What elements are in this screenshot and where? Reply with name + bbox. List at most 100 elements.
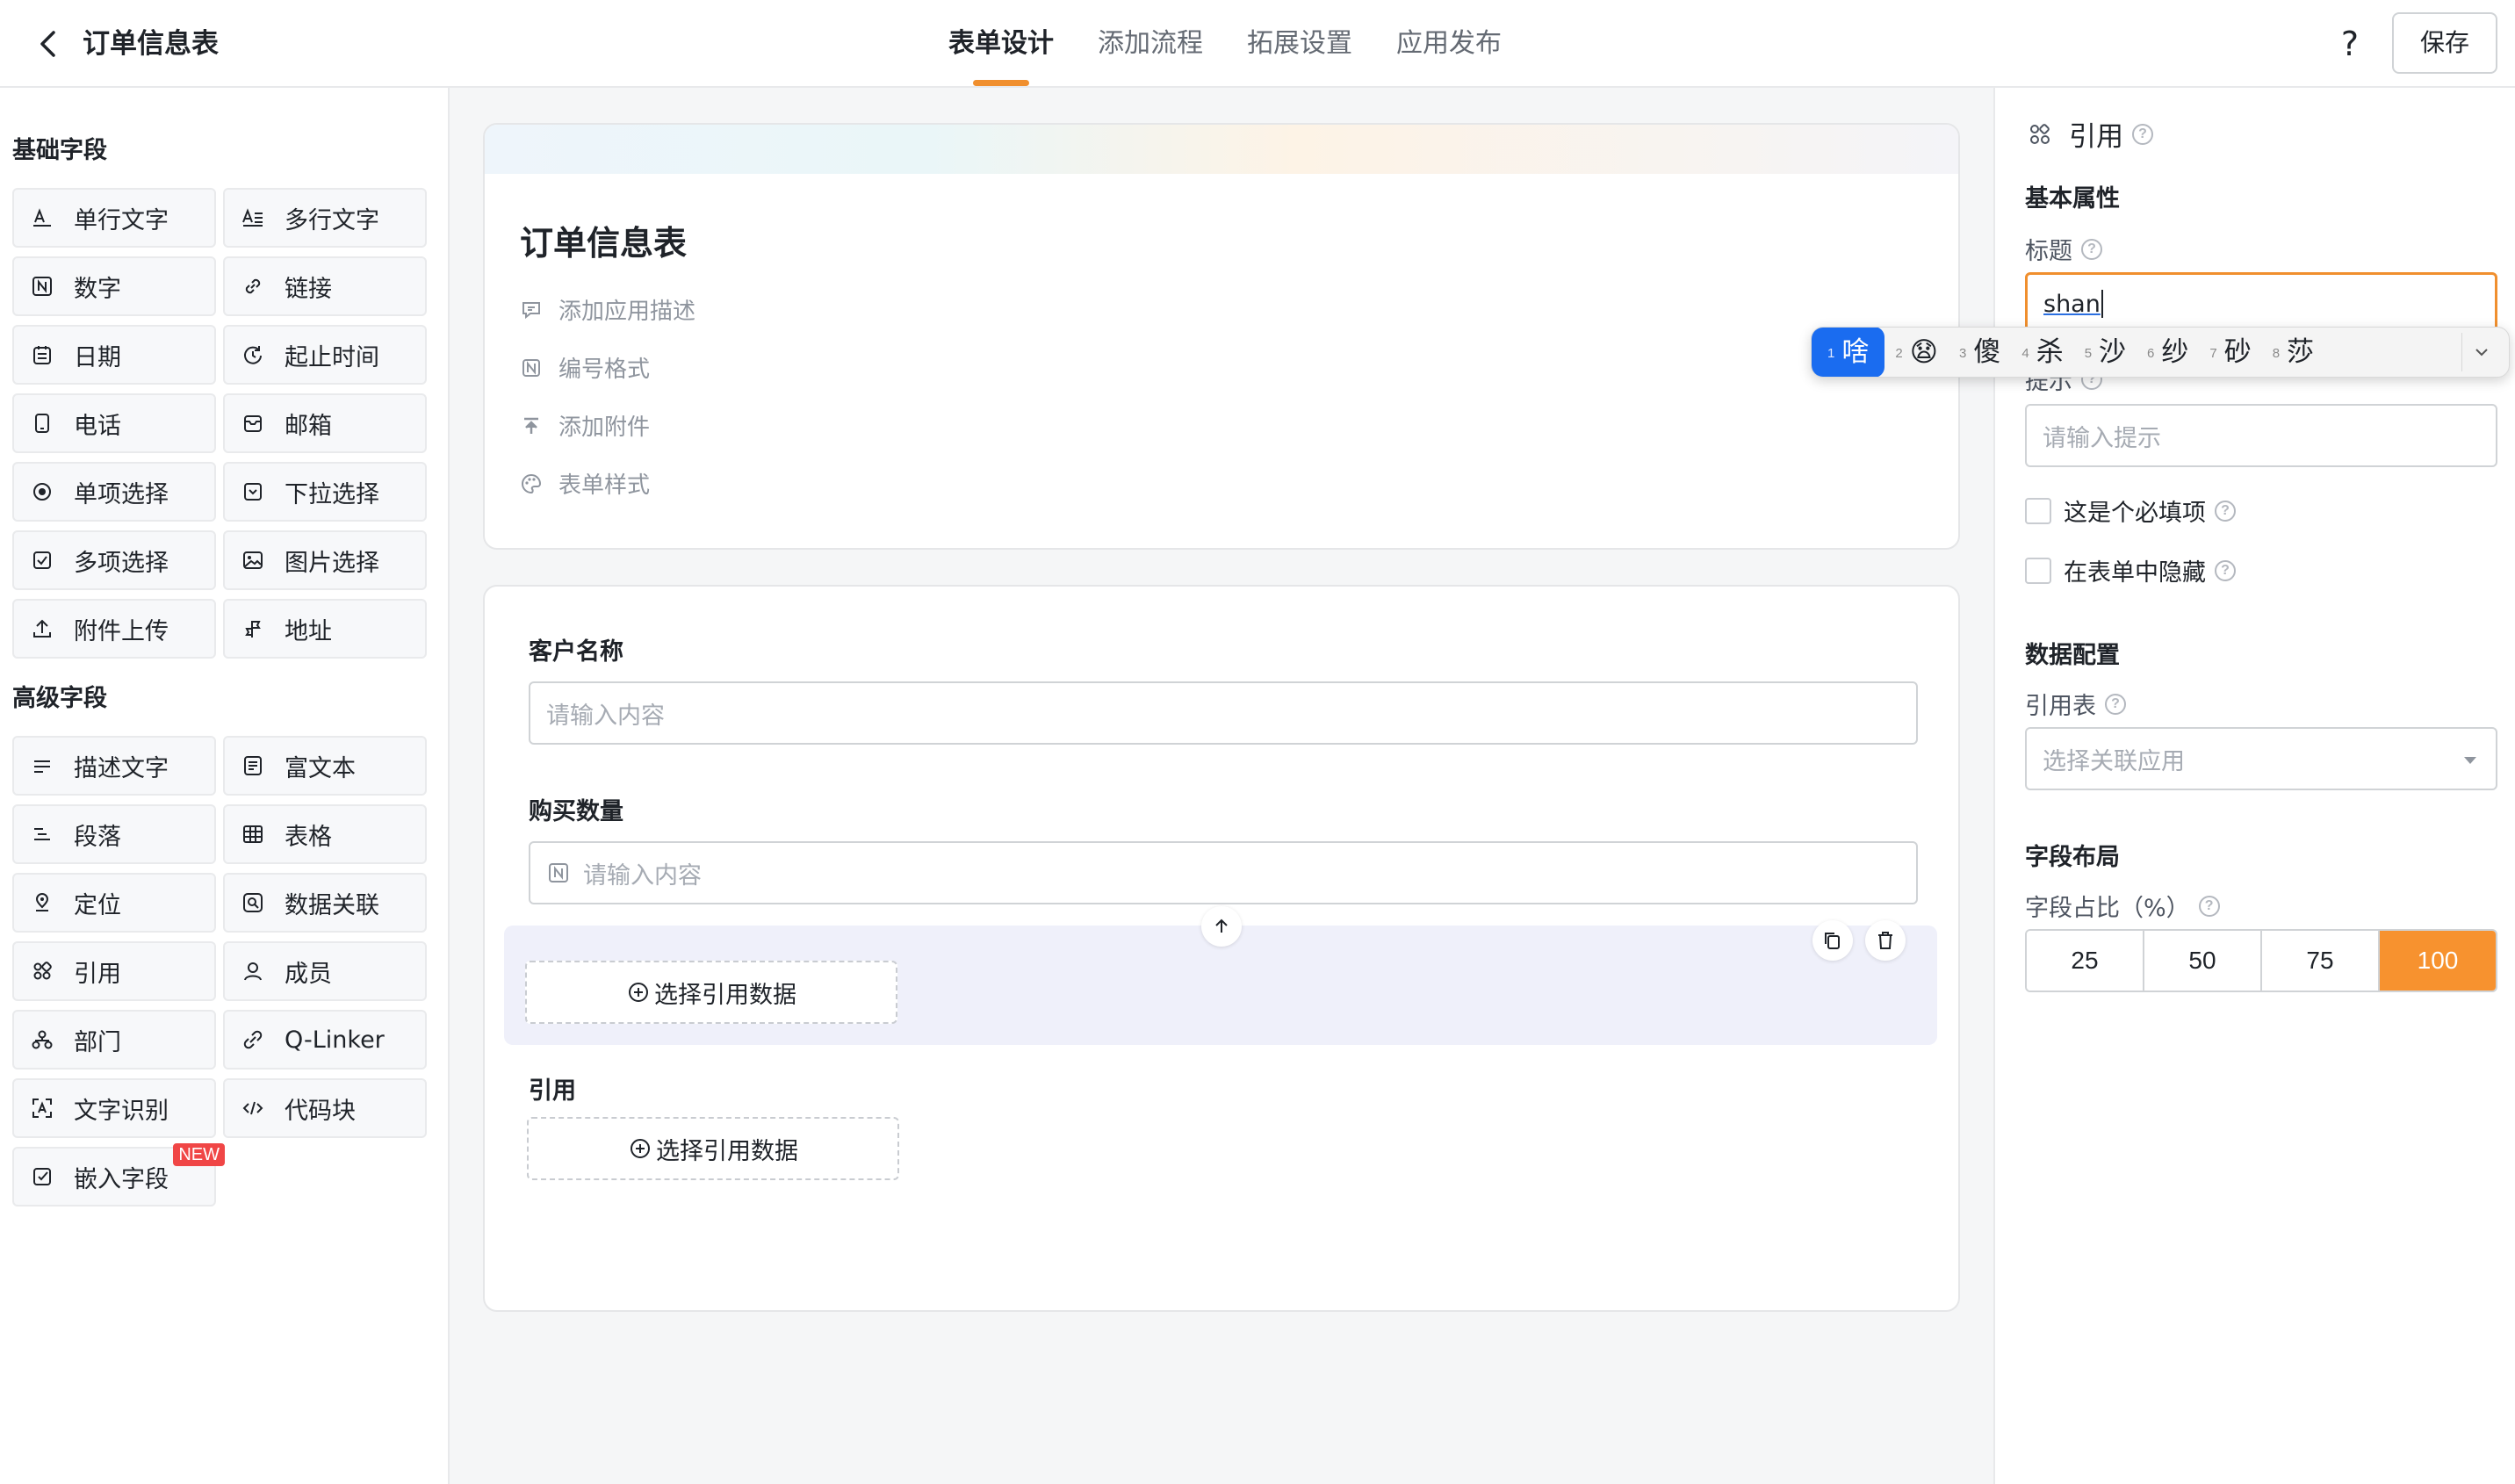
- field-embed[interactable]: 嵌入字段 NEW: [12, 1143, 225, 1207]
- paragraph-icon: [34, 828, 50, 840]
- quantity-placeholder: 请输入内容: [583, 861, 702, 890]
- tab-app-publish[interactable]: 应用发布: [1396, 0, 1502, 88]
- hidden-checkbox-row[interactable]: 在表单中隐藏 ?: [2025, 553, 2236, 587]
- delete-field-button[interactable]: [1865, 920, 1906, 961]
- field-table[interactable]: 表格: [223, 804, 427, 864]
- help-icon[interactable]: ?: [2198, 895, 2220, 917]
- tab-extension-settings[interactable]: 拓展设置: [1247, 0, 1352, 88]
- field-address[interactable]: 地址: [223, 599, 427, 659]
- field-dropdown[interactable]: 下拉选择: [223, 462, 427, 522]
- save-button[interactable]: 保存: [2392, 12, 2497, 74]
- nav-tabs: 表单设计 添加流程 拓展设置 应用发布: [948, 0, 1502, 88]
- field-time-range[interactable]: 起止时间: [223, 325, 427, 385]
- ime-candidate[interactable]: 6纱: [2137, 328, 2199, 377]
- field-multi-line-text[interactable]: 多行文字: [223, 188, 427, 248]
- field-code-block[interactable]: 代码块: [223, 1078, 427, 1138]
- ref-table-placeholder: 选择关联应用: [2043, 747, 2185, 775]
- ime-candidate[interactable]: 8莎: [2262, 328, 2324, 377]
- hint-input[interactable]: 请输入提示: [2025, 404, 2497, 467]
- field-link[interactable]: 链接: [223, 256, 427, 316]
- ime-candidate-number: 1: [1827, 346, 1835, 361]
- rich-text-icon: [244, 756, 262, 775]
- image-icon: [243, 551, 263, 569]
- selected-reference-label: 选择引用数据: [654, 981, 796, 1009]
- ime-candidate[interactable]: 3傻: [1949, 328, 2011, 377]
- field-label: 成员: [285, 960, 332, 988]
- number-format-action[interactable]: 编号格式: [520, 351, 650, 384]
- field-checkbox[interactable]: 多项选择: [12, 530, 216, 590]
- ime-candidate-text: 😧: [1909, 336, 1939, 368]
- back-arrow-icon[interactable]: [30, 25, 68, 63]
- field-date[interactable]: 日期: [12, 325, 216, 385]
- help-icon[interactable]: ?: [2105, 693, 2126, 715]
- tab-add-workflow[interactable]: 添加流程: [1098, 0, 1203, 88]
- field-single-line-text[interactable]: 单行文字: [12, 188, 216, 248]
- help-icon[interactable]: ?: [2081, 238, 2102, 260]
- select-reference-label: 选择引用数据: [656, 1137, 798, 1165]
- ime-expand-button[interactable]: [2461, 333, 2500, 371]
- field-mail[interactable]: 邮箱: [223, 393, 427, 453]
- ime-candidate-text: 傻: [1973, 336, 2001, 368]
- ime-candidate[interactable]: 5沙: [2074, 328, 2137, 377]
- field-description[interactable]: 描述文字: [12, 736, 216, 796]
- help-icon[interactable]: ?: [2132, 123, 2153, 145]
- selected-reference-data-button[interactable]: 选择引用数据: [525, 961, 897, 1024]
- ratio-option-75[interactable]: 75: [2262, 931, 2380, 991]
- trash-icon: [1878, 932, 1892, 949]
- copy-field-button[interactable]: [1812, 920, 1853, 961]
- add-attachment-action[interactable]: 添加附件: [520, 409, 650, 442]
- quantity-input[interactable]: 请输入内容: [529, 841, 1918, 904]
- advanced-fields-title: 高级字段: [12, 685, 107, 712]
- data-config-title: 数据配置: [2025, 642, 2120, 669]
- ime-candidate[interactable]: 4杀: [2011, 328, 2073, 377]
- field-label: Q-Linker: [285, 1026, 385, 1054]
- tab-form-design[interactable]: 表单设计: [948, 0, 1054, 88]
- ime-candidate[interactable]: 1啥: [1812, 328, 1885, 377]
- ref-table-select[interactable]: 选择关联应用: [2025, 727, 2497, 790]
- field-image[interactable]: 图片选择: [223, 530, 427, 590]
- field-ocr[interactable]: 文字识别: [12, 1078, 216, 1138]
- ime-candidate-text: 砂: [2223, 336, 2252, 368]
- ime-candidate-number: 2: [1895, 346, 1903, 361]
- ref-table-label-text: 引用表: [2025, 693, 2096, 720]
- hidden-label: 在表单中隐藏: [2064, 559, 2206, 587]
- field-q-linker[interactable]: Q-Linker: [223, 1010, 427, 1070]
- ime-candidate[interactable]: 7砂: [2199, 328, 2261, 377]
- move-up-button[interactable]: [1201, 906, 1242, 947]
- field-label: 邮箱: [285, 412, 332, 440]
- phone-icon: [35, 414, 49, 433]
- help-button[interactable]: ?: [2329, 23, 2371, 65]
- help-icon[interactable]: ?: [2215, 500, 2236, 522]
- field-member[interactable]: 成员: [223, 941, 427, 1001]
- ime-candidate-text: 沙: [2099, 336, 2127, 368]
- ratio-option-50[interactable]: 50: [2144, 931, 2262, 991]
- field-location[interactable]: 定位: [12, 873, 216, 933]
- field-reference[interactable]: 引用: [12, 941, 216, 1001]
- field-radio[interactable]: 单项选择: [12, 462, 216, 522]
- number-icon: [32, 277, 52, 296]
- comment-icon: [522, 301, 540, 319]
- select-reference-data-button[interactable]: 选择引用数据: [527, 1117, 899, 1180]
- required-checkbox[interactable]: [2025, 497, 2051, 524]
- field-data-link[interactable]: 数据关联: [223, 873, 427, 933]
- add-description-action[interactable]: 添加应用描述: [520, 293, 695, 326]
- field-phone[interactable]: 电话: [12, 393, 216, 453]
- hidden-checkbox[interactable]: [2025, 557, 2051, 584]
- basic-fields-grid: 单行文字 多行文字 数字 链接 日期 起止时间 电话 邮箱 单项选择 下拉选择 …: [12, 188, 427, 659]
- ratio-option-25[interactable]: 25: [2027, 931, 2144, 991]
- field-paragraph[interactable]: 段落: [12, 804, 216, 864]
- hint-placeholder: 请输入提示: [2043, 424, 2161, 452]
- ime-candidate[interactable]: 2 😧: [1884, 328, 1949, 377]
- field-label: 起止时间: [285, 343, 379, 371]
- ratio-option-100[interactable]: 100: [2380, 931, 2496, 991]
- field-number[interactable]: 数字: [12, 256, 216, 316]
- field-rich-text[interactable]: 富文本: [223, 736, 427, 796]
- form-style-action[interactable]: 表单样式: [520, 467, 650, 500]
- field-department[interactable]: 部门: [12, 1010, 216, 1070]
- help-icon[interactable]: ?: [2215, 559, 2236, 581]
- required-checkbox-row[interactable]: 这是个必填项 ?: [2025, 493, 2236, 528]
- field-upload[interactable]: 附件上传: [12, 599, 216, 659]
- customer-name-input[interactable]: 请输入内容: [529, 681, 1918, 745]
- field-label: 富文本: [285, 754, 356, 782]
- form-title[interactable]: 订单信息表: [520, 221, 687, 265]
